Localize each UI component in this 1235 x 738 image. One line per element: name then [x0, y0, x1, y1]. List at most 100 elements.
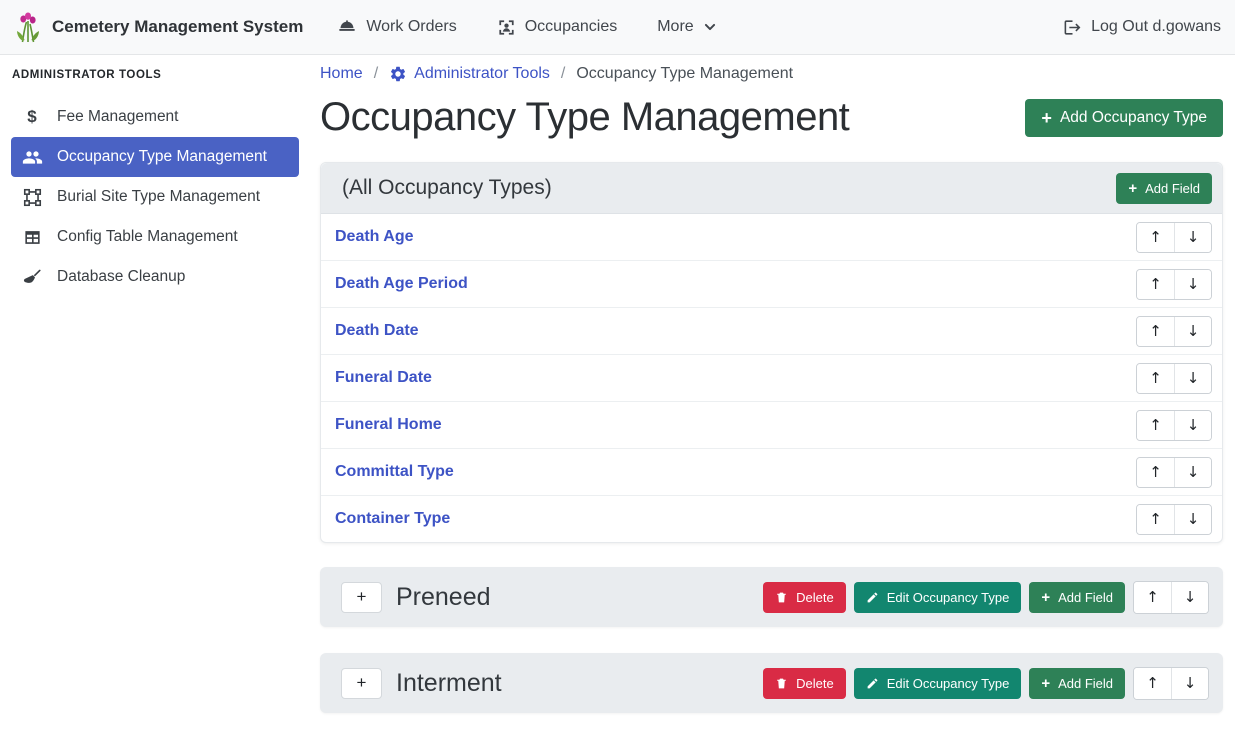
move-up-button[interactable]: ↑ — [1137, 364, 1174, 393]
field-link-funeral-date[interactable]: Funeral Date — [335, 369, 432, 387]
field-link-death-date[interactable]: Death Date — [335, 322, 419, 340]
move-up-button[interactable]: ↑ — [1137, 411, 1174, 440]
move-down-button[interactable]: ↓ — [1174, 411, 1211, 440]
vector-square-icon — [20, 188, 44, 207]
move-down-button[interactable]: ↓ — [1174, 270, 1211, 299]
breadcrumb-home[interactable]: Home — [320, 65, 363, 83]
add-field-label: Add Field — [1058, 590, 1113, 605]
title-row: Occupancy Type Management + Add Occupanc… — [320, 95, 1223, 140]
all-occupancy-types-header: (All Occupancy Types) + Add Field — [321, 163, 1222, 214]
sidebar-heading: ADMINISTRATOR TOOLS — [0, 63, 310, 81]
nav-more[interactable]: More — [657, 18, 716, 36]
sidebar-item-burial-site-type-management[interactable]: Burial Site Type Management — [11, 177, 299, 217]
section-interment: + Interment Delete — [320, 653, 1223, 713]
move-up-button[interactable]: ↑ — [1137, 458, 1174, 487]
breadcrumb-separator: / — [561, 65, 565, 83]
pencil-icon — [866, 591, 879, 604]
dollar-icon: $ — [20, 107, 44, 127]
plus-icon: + — [1041, 676, 1050, 691]
sidebar-item-label: Fee Management — [57, 108, 179, 126]
field-row: Funeral Date ↑ ↓ — [321, 355, 1222, 402]
app-title: Cemetery Management System — [52, 17, 303, 37]
field-link-death-age[interactable]: Death Age — [335, 228, 414, 246]
move-up-button[interactable]: ↑ — [1137, 270, 1174, 299]
breadcrumb-separator: / — [374, 65, 378, 83]
edit-occupancy-type-label: Edit Occupancy Type — [887, 590, 1010, 605]
nav-more-label: More — [657, 18, 693, 36]
delete-button[interactable]: Delete — [763, 668, 846, 699]
logout-link[interactable]: Log Out d.gowans — [1063, 18, 1221, 37]
sidebar-item-database-cleanup[interactable]: Database Cleanup — [11, 257, 299, 297]
pencil-icon — [866, 677, 879, 690]
logout-label: Log Out d.gowans — [1091, 18, 1221, 36]
edit-occupancy-type-button[interactable]: Edit Occupancy Type — [854, 668, 1022, 699]
sidebar-item-config-table-management[interactable]: Config Table Management — [11, 217, 299, 257]
sidebar-item-label: Occupancy Type Management — [57, 148, 267, 166]
nav-occupancies[interactable]: Occupancies — [497, 18, 618, 37]
move-down-button[interactable]: ↓ — [1174, 458, 1211, 487]
field-link-funeral-home[interactable]: Funeral Home — [335, 416, 442, 434]
section-title: Preneed — [396, 583, 491, 612]
trash-icon — [775, 677, 788, 690]
delete-label: Delete — [796, 590, 834, 605]
field-row: Death Date ↑ ↓ — [321, 308, 1222, 355]
occupancy-frame-icon — [497, 18, 516, 37]
move-up-button[interactable]: ↑ — [1134, 582, 1171, 613]
delete-button[interactable]: Delete — [763, 582, 846, 613]
delete-label: Delete — [796, 676, 834, 691]
reorder-group: ↑ ↓ — [1136, 222, 1212, 253]
sidebar-item-label: Config Table Management — [57, 228, 238, 246]
expand-button[interactable]: + — [341, 668, 382, 699]
sidebar-item-fee-management[interactable]: $ Fee Management — [11, 97, 299, 137]
breadcrumb: Home / Administrator Tools / Occupancy T… — [320, 65, 1223, 83]
plus-icon: + — [1041, 590, 1050, 605]
add-occupancy-type-button[interactable]: + Add Occupancy Type — [1025, 99, 1223, 137]
move-up-button[interactable]: ↑ — [1137, 223, 1174, 252]
table-icon — [20, 228, 44, 247]
add-field-label: Add Field — [1145, 181, 1200, 196]
move-down-button[interactable]: ↓ — [1174, 505, 1211, 534]
move-down-button[interactable]: ↓ — [1171, 668, 1208, 699]
top-navbar: Cemetery Management System Work Orders — [0, 0, 1235, 55]
reorder-group: ↑ ↓ — [1136, 504, 1212, 535]
move-up-button[interactable]: ↑ — [1137, 505, 1174, 534]
plus-icon: + — [1041, 109, 1052, 127]
edit-occupancy-type-button[interactable]: Edit Occupancy Type — [854, 582, 1022, 613]
edit-occupancy-type-label: Edit Occupancy Type — [887, 676, 1010, 691]
sidebar-item-label: Burial Site Type Management — [57, 188, 260, 206]
move-down-button[interactable]: ↓ — [1174, 223, 1211, 252]
sidebar-nav: $ Fee Management Occupancy Type Manageme… — [0, 97, 310, 297]
nav-occupancies-label: Occupancies — [525, 18, 618, 36]
move-down-button[interactable]: ↓ — [1171, 582, 1208, 613]
move-down-button[interactable]: ↓ — [1174, 317, 1211, 346]
reorder-group: ↑ ↓ — [1133, 581, 1209, 614]
add-field-button[interactable]: + Add Field — [1116, 173, 1212, 204]
nav-work-orders[interactable]: Work Orders — [337, 17, 456, 37]
sidebar-item-occupancy-type-management[interactable]: Occupancy Type Management — [11, 137, 299, 177]
field-row: Funeral Home ↑ ↓ — [321, 402, 1222, 449]
move-up-button[interactable]: ↑ — [1137, 317, 1174, 346]
add-occupancy-type-label: Add Occupancy Type — [1060, 109, 1207, 127]
breadcrumb-administrator-tools[interactable]: Administrator Tools — [389, 65, 550, 83]
sidebar-item-label: Database Cleanup — [57, 268, 185, 286]
field-row: Committal Type ↑ ↓ — [321, 449, 1222, 496]
breadcrumb-administrator-tools-label: Administrator Tools — [414, 65, 550, 83]
plus-icon: + — [1128, 181, 1137, 196]
add-field-button[interactable]: + Add Field — [1029, 582, 1125, 613]
reorder-group: ↑ ↓ — [1136, 457, 1212, 488]
reorder-group: ↑ ↓ — [1136, 363, 1212, 394]
section-actions: Delete Edit Occupancy Type + Add Field — [763, 581, 1209, 614]
move-up-button[interactable]: ↑ — [1134, 668, 1171, 699]
field-row: Death Age Period ↑ ↓ — [321, 261, 1222, 308]
section-actions: Delete Edit Occupancy Type + Add Field — [763, 667, 1209, 700]
field-link-committal-type[interactable]: Committal Type — [335, 463, 454, 481]
field-link-death-age-period[interactable]: Death Age Period — [335, 275, 468, 293]
nav-work-orders-label: Work Orders — [366, 18, 456, 36]
expand-button[interactable]: + — [341, 582, 382, 613]
hard-hat-icon — [337, 17, 357, 37]
add-field-button[interactable]: + Add Field — [1029, 668, 1125, 699]
reorder-group: ↑ ↓ — [1136, 316, 1212, 347]
users-icon — [20, 147, 44, 168]
move-down-button[interactable]: ↓ — [1174, 364, 1211, 393]
field-link-container-type[interactable]: Container Type — [335, 510, 450, 528]
